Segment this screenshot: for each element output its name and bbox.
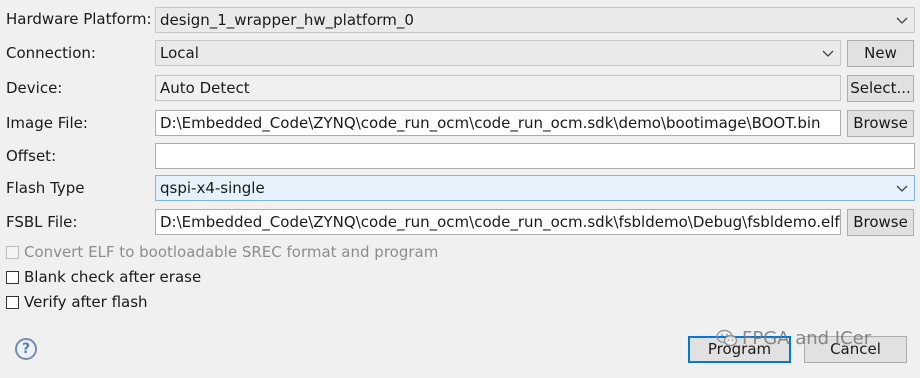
blank-check-label: Blank check after erase [24, 268, 202, 286]
fsbl-file-label: FSBL File: [6, 213, 78, 231]
image-file-input[interactable]: D:\Embedded_Code\ZYNQ\code_run_ocm\code_… [155, 110, 841, 136]
verify-flash-checkbox[interactable] [6, 296, 19, 309]
device-value: Auto Detect [160, 79, 250, 97]
verify-flash-option[interactable]: Verify after flash [6, 292, 148, 312]
device-field[interactable]: Auto Detect [155, 75, 841, 101]
watermark-text: FPGA and ICer [742, 328, 872, 349]
image-file-label: Image File: [6, 114, 88, 132]
hardware-platform-select[interactable]: design_1_wrapper_hw_platform_0 [155, 7, 915, 33]
chevron-down-icon [822, 50, 834, 57]
offset-label: Offset: [6, 147, 57, 165]
blank-check-checkbox[interactable] [6, 271, 19, 284]
watermark: FPGA and ICer [716, 328, 871, 350]
image-file-browse-button[interactable]: Browse [847, 110, 914, 137]
fsbl-file-input[interactable]: D:\Embedded_Code\ZYNQ\code_run_ocm\code_… [155, 209, 841, 235]
wechat-logo-icon [716, 329, 738, 347]
chevron-down-icon [896, 17, 908, 24]
hardware-platform-value: design_1_wrapper_hw_platform_0 [160, 11, 414, 29]
verify-flash-label: Verify after flash [24, 293, 148, 311]
convert-elf-checkbox [6, 246, 19, 259]
image-file-value: D:\Embedded_Code\ZYNQ\code_run_ocm\code_… [160, 114, 821, 132]
offset-input[interactable] [155, 143, 915, 169]
connection-label: Connection: [6, 44, 96, 62]
flash-type-select[interactable]: qspi-x4-single [155, 175, 915, 201]
device-label: Device: [6, 79, 63, 97]
connection-value: Local [160, 44, 199, 62]
new-connection-button[interactable]: New [847, 40, 914, 67]
fsbl-file-browse-button[interactable]: Browse [847, 209, 914, 236]
flash-type-value: qspi-x4-single [160, 179, 265, 197]
help-icon[interactable]: ? [15, 338, 37, 360]
hardware-platform-label: Hardware Platform: [6, 10, 152, 28]
select-device-button[interactable]: Select... [847, 75, 914, 102]
chevron-down-icon [896, 185, 908, 192]
flash-type-label: Flash Type [6, 179, 85, 197]
convert-elf-label: Convert ELF to bootloadable SREC format … [24, 243, 439, 261]
fsbl-file-value: D:\Embedded_Code\ZYNQ\code_run_ocm\code_… [160, 213, 840, 231]
convert-elf-option: Convert ELF to bootloadable SREC format … [6, 242, 438, 262]
blank-check-option[interactable]: Blank check after erase [6, 267, 201, 287]
connection-select[interactable]: Local [155, 40, 841, 66]
